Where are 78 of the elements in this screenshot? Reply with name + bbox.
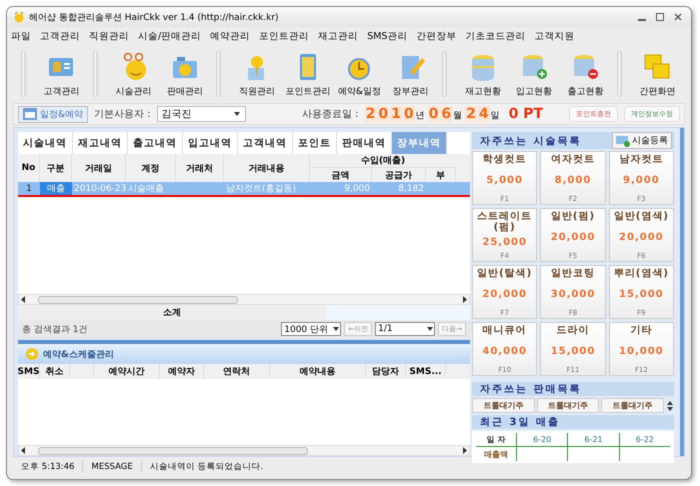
column-header: SMS... [406,364,446,379]
column-header: 취소 [40,364,70,379]
dropdown-arrow-icon[interactable] [233,110,241,118]
toolbar-button[interactable]: 간편화면 [632,47,683,101]
menu-item[interactable]: 파일 [11,30,31,42]
panel-title: 최근 3일 매출 [480,416,560,429]
dropdown-arrow-icon[interactable] [332,325,340,333]
column-header: 6-22 [618,433,670,447]
expiry-label: 사용종료일 : [302,108,359,121]
menu-item[interactable]: 고객관리 [40,30,80,42]
app-icon [13,11,25,23]
table-cell: 매출 [40,182,72,195]
page-select[interactable]: 1/1 [375,322,436,336]
toolbar-button[interactable]: 입고현황 [508,47,560,101]
product-button[interactable]: 트롤대기주 [472,398,535,413]
column-header: 6-20 [516,433,568,447]
scroll-right-icon[interactable] [460,446,469,455]
scrollbar-thumb[interactable] [38,446,308,454]
toolbar-button[interactable]: 출고현황 [560,47,611,101]
column-header: 예약시간 [94,364,160,379]
card-add-icon [616,134,630,146]
panel-title: 자주쓰는 시술목록 [480,134,582,148]
subtotal-label: 소계 [18,305,326,320]
table-row[interactable]: 1 매출 2010-06-23 시술매출 남자컷트(홍길동) 9,000 8,182 [18,182,470,197]
toolbar-button[interactable]: 포인트관리 [282,47,334,101]
table-cell-text: 남자컷트(홍길동) [225,183,298,195]
arrow-icon [26,348,38,360]
panel-title: 예약&스케줄관리 [43,348,114,360]
column-header: 예약자 [160,364,204,379]
status-time: 오후 5:13:46 [13,461,84,473]
menu-item[interactable]: 시술/판매관리 [138,30,202,42]
toolbar-button[interactable]: 판매관리 [159,47,210,101]
menu-item[interactable]: 고객지원 [534,30,574,42]
toolbar-button[interactable]: 직원관리 [231,47,283,101]
result-count: 총 검색결과 1건 [22,324,88,336]
product-button[interactable]: 트롤대기주 [601,398,664,413]
menu-item[interactable]: 재고관리 [318,30,358,42]
menu-item[interactable]: 포인트관리 [259,30,310,42]
column-header: 담당자 [366,364,406,379]
scroll-left-icon[interactable] [19,446,28,455]
user-label: 기본사용자 : [94,108,151,121]
row-header: 일 자 [476,433,516,447]
table-cell-text: 8,182 [397,182,425,195]
column-group-header: 수입(매출) [310,154,456,168]
column-header: 6-21 [567,433,619,447]
status-message: 시술내역이 등록되었습니다. [148,461,264,473]
column-header: 연락처 [204,364,270,379]
scroll-arrows-icon[interactable] [666,398,674,412]
toolbar-button[interactable]: 예약&일정 [334,47,386,101]
product-button[interactable]: 트롤대기주 [536,398,600,413]
menu-item[interactable]: 직원관리 [89,30,129,42]
table-cell-text: 2010-06-23 [73,182,126,195]
scrollbar-thumb[interactable] [38,296,238,304]
table-cell-text: 1 [25,182,33,195]
add-service-button[interactable]: 시술등록 [612,132,672,149]
status-label: MESSAGE [83,462,142,472]
toolbar-button[interactable]: 장부관리 [385,47,436,101]
window-title: 헤어샵 통합관리솔루션 HairCkk ver 1.4 (http://hair.ckk.kr) [29,12,280,24]
row-header: 매출액 [483,448,509,460]
unit-select[interactable]: 1000 단위 [281,322,342,336]
points-value: 0 PT [508,106,543,122]
toolbar-button[interactable]: 재고현황 [457,47,508,101]
column-header: 예약내용 [270,364,366,379]
menu-item[interactable]: 간편장부 [416,30,456,42]
table-cell-text: 9,000 [343,182,371,195]
toolbar-button[interactable]: 시술관리 [108,47,160,101]
table-cell-text: 시술매출 [127,183,165,195]
panel-title: 자주쓰는 판매목록 [480,383,582,396]
maximize-icon[interactable] [653,11,667,23]
dropdown-arrow-icon[interactable] [426,325,434,333]
column-header: SMS [18,364,40,379]
toolbar-button[interactable]: 고객관리 [36,47,88,101]
calendar-icon [23,108,37,120]
schedule-button[interactable]: 일정&예약 [18,106,88,122]
menu-item[interactable]: 예약관리 [210,30,250,42]
user-select[interactable]: 김국진 [156,106,246,122]
menu-item[interactable]: 기초코드관리 [465,30,526,42]
menu-item[interactable]: SMS관리 [367,30,408,42]
